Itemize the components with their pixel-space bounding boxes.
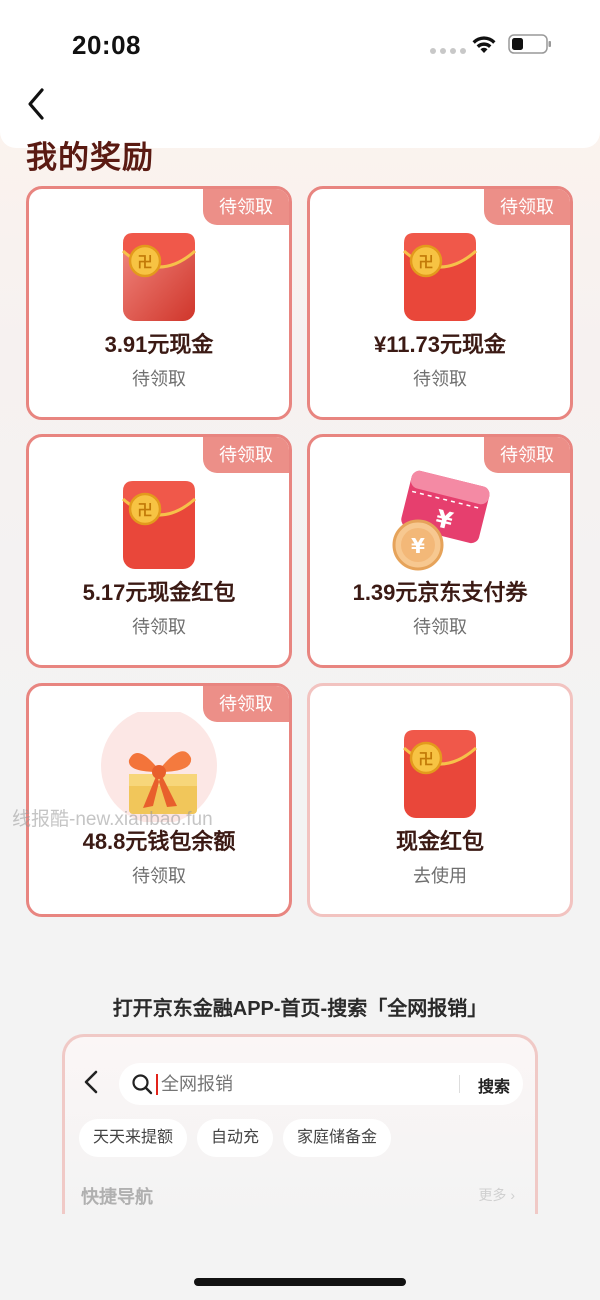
reward-title: 5.17元现金红包	[82, 580, 236, 605]
search-icon	[132, 1074, 153, 1095]
svg-text:卍: 卍	[418, 750, 433, 768]
reward-status: 待领取	[413, 617, 467, 637]
reward-title: 3.91元现金	[104, 332, 214, 357]
red-envelope-icon: 卍	[122, 233, 196, 321]
red-envelope-icon: 卍	[122, 481, 196, 569]
app-preview: 搜索 天天来提额 自动充 家庭储备金 快捷导航 更多 ›	[62, 1034, 538, 1214]
svg-text:卍: 卍	[137, 501, 152, 519]
nav-bar	[0, 80, 600, 132]
reward-card[interactable]: 待领取 48.8元钱包余额 待领取	[26, 683, 292, 917]
preview-search-bar: 搜索	[119, 1063, 523, 1105]
svg-text:¥: ¥	[411, 534, 425, 558]
red-envelope-icon: 卍	[403, 233, 477, 321]
search-divider	[459, 1075, 460, 1093]
signal-icon	[430, 48, 466, 54]
chip: 自动充	[197, 1119, 274, 1157]
preview-chips: 天天来提额 自动充 家庭储备金	[79, 1119, 392, 1157]
reward-card[interactable]: 待领取 ¥ ¥ 1.39元京东支付券 待领取	[307, 434, 573, 668]
watermark: 线报酷-new.xianbao.fun	[12, 809, 213, 830]
preview-more-link: 更多 ›	[478, 1187, 515, 1203]
reward-status: 待领取	[132, 369, 186, 389]
preview-section-title: 快捷导航	[81, 1187, 153, 1207]
status-time: 20:08	[72, 30, 141, 60]
page-title: 我的奖励	[26, 140, 154, 175]
reward-card[interactable]: 待领取 卍 3.91元现金 待领取	[26, 186, 292, 420]
back-arrow-icon[interactable]	[22, 84, 52, 124]
reward-status: 待领取	[413, 369, 467, 389]
svg-text:卍: 卍	[418, 253, 433, 271]
chip: 家庭储备金	[283, 1119, 392, 1157]
status-bar: 20:08	[0, 0, 600, 80]
payment-coupon-icon: ¥ ¥	[392, 470, 490, 571]
red-envelope-icon: 卍	[403, 730, 477, 818]
text-caret	[156, 1074, 158, 1095]
reward-status: 待领取	[132, 866, 186, 886]
reward-card[interactable]: 待领取 卍 5.17元现金红包 待领取	[26, 434, 292, 668]
preview-search-button: 搜索	[477, 1079, 510, 1096]
reward-card[interactable]: 待领取 卍 ¥11.73元现金 待领取	[307, 186, 573, 420]
home-indicator	[194, 1278, 406, 1286]
svg-text:卍: 卍	[137, 253, 152, 271]
instruction-text: 打开京东金融APP-首页-搜索「全网报销」	[112, 998, 488, 1020]
wifi-icon	[472, 36, 496, 53]
reward-title: 1.39元京东支付券	[352, 580, 528, 605]
use-link[interactable]: 去使用	[310, 862, 570, 888]
reward-card[interactable]: 卍 现金红包 去使用	[307, 683, 573, 917]
reward-title: 现金红包	[395, 829, 484, 854]
battery-icon	[508, 34, 551, 54]
preview-search-input	[161, 1071, 451, 1097]
reward-title: ¥11.73元现金	[373, 332, 507, 357]
back-arrow-icon	[84, 1070, 98, 1094]
chip: 天天来提额	[79, 1119, 188, 1157]
reward-status: 待领取	[132, 617, 186, 637]
